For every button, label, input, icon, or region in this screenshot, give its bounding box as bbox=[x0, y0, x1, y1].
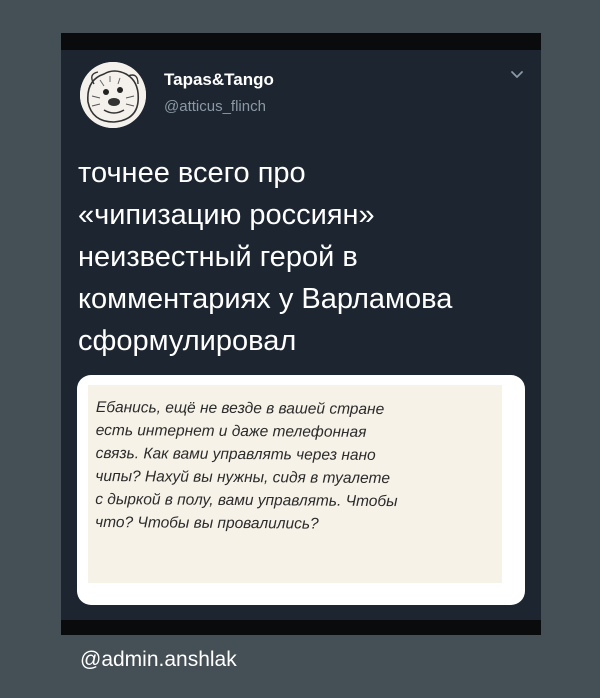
avatar[interactable] bbox=[80, 62, 146, 128]
user-handle[interactable]: @atticus_flinch bbox=[164, 98, 266, 115]
tweet-text: точнее всего про «чипизацию россиян» неи… bbox=[78, 157, 453, 357]
chevron-down-icon[interactable] bbox=[510, 70, 524, 80]
display-name[interactable]: Tapas&Tango bbox=[164, 70, 274, 90]
quoted-comment-text: Ебанись, ещё не везде в вашей стране ест… bbox=[95, 398, 398, 533]
watermark: @admin.anshlak bbox=[80, 648, 237, 671]
cartoon-dog-avatar-icon bbox=[80, 62, 146, 128]
